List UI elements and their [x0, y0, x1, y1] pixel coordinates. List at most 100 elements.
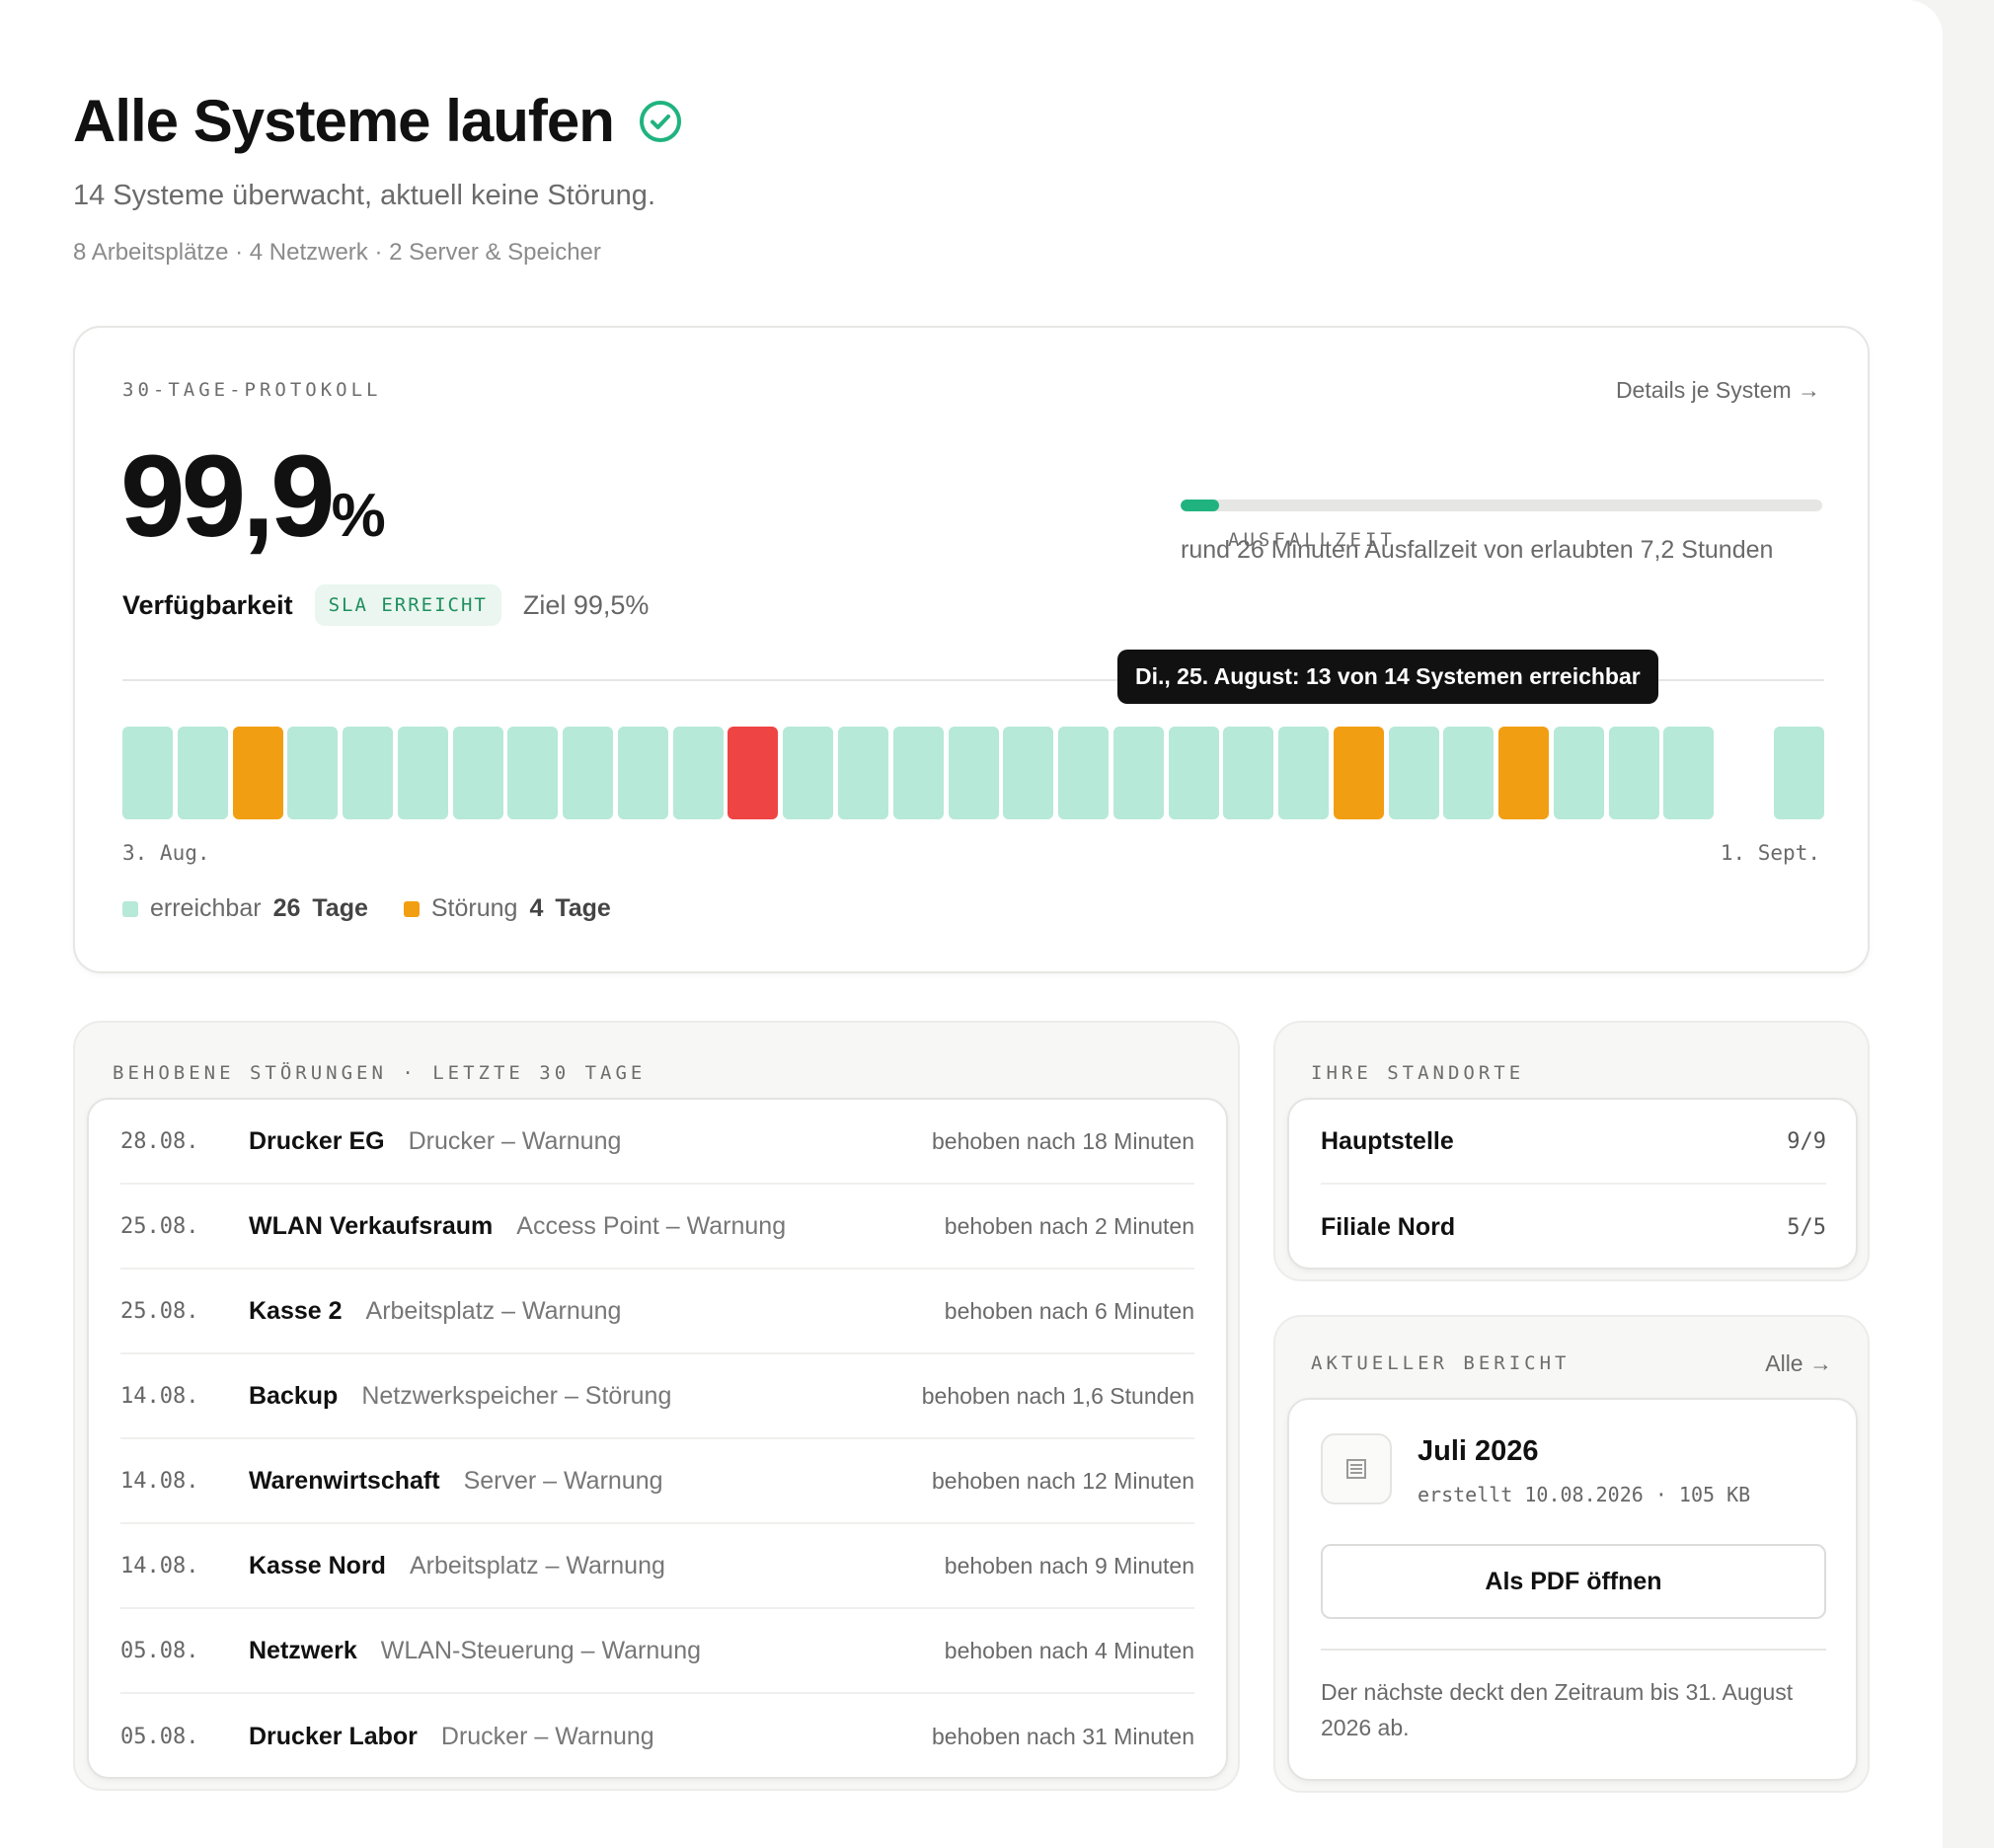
incident-type: Drucker – Warnung — [408, 1126, 622, 1155]
page-subtitle: 14 Systeme überwacht, aktuell keine Stör… — [73, 180, 655, 211]
legend-ok-unit: Tage — [312, 894, 368, 922]
incident-type: Access Point – Warnung — [516, 1211, 787, 1240]
incident-type: WLAN-Steuerung – Warnung — [380, 1636, 701, 1664]
incident-row[interactable]: 05.08. Drucker Labor Drucker – Warnung b… — [120, 1694, 1194, 1779]
incident-row[interactable]: 25.08. Kasse 2 Arbeitsplatz – Warnung be… — [120, 1270, 1194, 1354]
day-bar-ok[interactable] — [1389, 727, 1439, 819]
report-card: Juli 2026 erstellt 10.08.2026 · 105 KB A… — [1287, 1398, 1858, 1781]
locations-panel: IHRE STANDORTE Hauptstelle 9/9 Filiale N… — [1273, 1021, 1870, 1281]
incident-system: Warenwirtschaft — [249, 1466, 440, 1495]
incident-system: WLAN Verkaufsraum — [249, 1211, 494, 1240]
incident-row[interactable]: 14.08. Kasse Nord Arbeitsplatz – Warnung… — [120, 1524, 1194, 1609]
day-bar-ok[interactable] — [949, 727, 999, 819]
incident-date: 14.08. — [120, 1553, 199, 1578]
downtime-label: AUSFALLZEIT — [1228, 529, 1396, 551]
day-bar-ok[interactable] — [618, 727, 668, 819]
protocol-eyebrow: 30-TAGE-PROTOKOLL — [122, 379, 382, 401]
status-page: Alle Systeme laufen 14 Systeme überwacht… — [0, 0, 1943, 1848]
location-name: Hauptstelle — [1321, 1126, 1454, 1155]
incident-system: Drucker EG — [249, 1126, 385, 1155]
day-tooltip: Di., 25. August: 13 von 14 Systemen erre… — [1117, 650, 1658, 704]
incident-system: Netzwerk — [249, 1636, 357, 1664]
availability-unit: % — [331, 482, 386, 550]
incident-row[interactable]: 25.08. WLAN Verkaufsraum Access Point – … — [120, 1185, 1194, 1270]
day-bar-ok[interactable] — [122, 727, 173, 819]
location-row[interactable]: Hauptstelle 9/9 — [1321, 1100, 1826, 1185]
day-bar-ok[interactable] — [1223, 727, 1273, 819]
incident-row[interactable]: 28.08. Drucker EG Drucker – Warnung beho… — [120, 1100, 1194, 1185]
incident-date: 05.08. — [120, 1724, 199, 1749]
day-bar-ok[interactable] — [563, 727, 613, 819]
downtime-block: AUSFALLZEIT rund 26 Minuten Ausfallzeit … — [1181, 478, 1824, 570]
report-meta: erstellt 10.08.2026 · 105 KB — [1418, 1483, 1751, 1506]
incident-system: Drucker Labor — [249, 1722, 418, 1750]
day-bar-ok[interactable] — [893, 727, 944, 819]
incident-date: 25.08. — [120, 1213, 199, 1239]
report-note: Der nächste deckt den Zeitraum bis 31. A… — [1321, 1679, 1794, 1740]
day-bar-ok[interactable] — [1169, 727, 1219, 819]
day-bar-ok[interactable] — [1113, 727, 1164, 819]
downtime-progress-fill — [1181, 500, 1219, 511]
day-bar-ok[interactable] — [838, 727, 888, 819]
day-bar-ok[interactable] — [1774, 727, 1824, 819]
incident-resolved: behoben nach 31 Minuten — [932, 1723, 1194, 1749]
report-title: Juli 2026 — [1418, 1435, 1539, 1467]
legend-ok-count: 26 — [272, 894, 301, 922]
incident-date: 14.08. — [120, 1468, 199, 1494]
day-bar-warning[interactable] — [1334, 727, 1384, 819]
day-bar-ok[interactable] — [1663, 727, 1714, 819]
incidents-panel: BEHOBENE STÖRUNGEN · LETZTE 30 TAGE 28.0… — [73, 1021, 1240, 1791]
all-reports-link[interactable]: Alle → — [1765, 1350, 1832, 1377]
legend: erreichbar 26 Tage Störung 4 Tage — [122, 894, 611, 923]
day-bar-warning[interactable] — [233, 727, 283, 819]
legend-item-issue: Störung 4 Tage — [403, 894, 611, 923]
incident-type: Netzwerkspeicher – Störung — [361, 1381, 672, 1410]
day-bar-ok[interactable] — [1443, 727, 1494, 819]
day-bar-ok[interactable] — [1554, 727, 1604, 819]
day-bar-ok[interactable] — [398, 727, 448, 819]
day-bar-ok[interactable] — [343, 727, 393, 819]
day-bar-warning[interactable] — [1498, 727, 1549, 819]
day-bar-ok[interactable] — [287, 727, 338, 819]
day-bar-ok[interactable] — [507, 727, 558, 819]
incident-date: 28.08. — [120, 1128, 199, 1154]
day-bar-ok[interactable] — [783, 727, 833, 819]
availability-number: 99,9 — [120, 431, 336, 562]
location-name: Filiale Nord — [1321, 1212, 1456, 1241]
availability-label: Verfügbarkeit — [122, 589, 293, 620]
system-breakdown: 8 Arbeitsplätze · 4 Netzwerk · 2 Server … — [73, 239, 601, 266]
report-eyebrow: AKTUELLER BERICHT — [1311, 1352, 1571, 1374]
incident-row[interactable]: 05.08. Netzwerk WLAN-Steuerung – Warnung… — [120, 1609, 1194, 1694]
incidents-list: 28.08. Drucker EG Drucker – Warnung beho… — [87, 1098, 1228, 1779]
day-bar-ok[interactable] — [1609, 727, 1659, 819]
legend-item-ok: erreichbar 26 Tage — [122, 894, 368, 923]
incidents-eyebrow: BEHOBENE STÖRUNGEN · LETZTE 30 TAGE — [113, 1062, 647, 1084]
incident-system: Kasse Nord — [249, 1551, 386, 1579]
incident-row[interactable]: 14.08. Warenwirtschaft Server – Warnung … — [120, 1439, 1194, 1524]
location-count: 9/9 — [1787, 1128, 1826, 1154]
day-bar-ok[interactable] — [453, 727, 503, 819]
day-bar-ok[interactable] — [178, 727, 228, 819]
open-pdf-button[interactable]: Als PDF öffnen — [1321, 1544, 1826, 1619]
day-bar-outage[interactable] — [728, 727, 778, 819]
day-bar-ok[interactable] — [1058, 727, 1109, 819]
incident-row[interactable]: 14.08. Backup Netzwerkspeicher – Störung… — [120, 1354, 1194, 1439]
incident-resolved: behoben nach 18 Minuten — [932, 1127, 1194, 1154]
day-bar-ok[interactable] — [1278, 727, 1329, 819]
day-bar-ok[interactable] — [673, 727, 724, 819]
incident-date: 25.08. — [120, 1298, 199, 1324]
sla-target: Ziel 99,5% — [522, 589, 650, 620]
incident-resolved: behoben nach 4 Minuten — [944, 1637, 1194, 1663]
report-panel: AKTUELLER BERICHT Alle → Juli 2026 erste… — [1273, 1315, 1870, 1793]
details-per-system-link[interactable]: Details je System → — [1616, 377, 1820, 404]
legend-swatch-issue — [403, 900, 420, 917]
incident-type: Server – Warnung — [463, 1466, 663, 1495]
legend-issue-count: 4 — [529, 894, 544, 922]
legend-issue-unit: Tage — [555, 894, 611, 922]
incident-date: 14.08. — [120, 1383, 199, 1409]
availability-value: 99,9% — [120, 438, 386, 555]
location-row[interactable]: Filiale Nord 5/5 — [1321, 1185, 1826, 1270]
location-count: 5/5 — [1787, 1214, 1826, 1240]
incident-resolved: behoben nach 9 Minuten — [944, 1552, 1194, 1578]
day-bar-ok[interactable] — [1003, 727, 1053, 819]
